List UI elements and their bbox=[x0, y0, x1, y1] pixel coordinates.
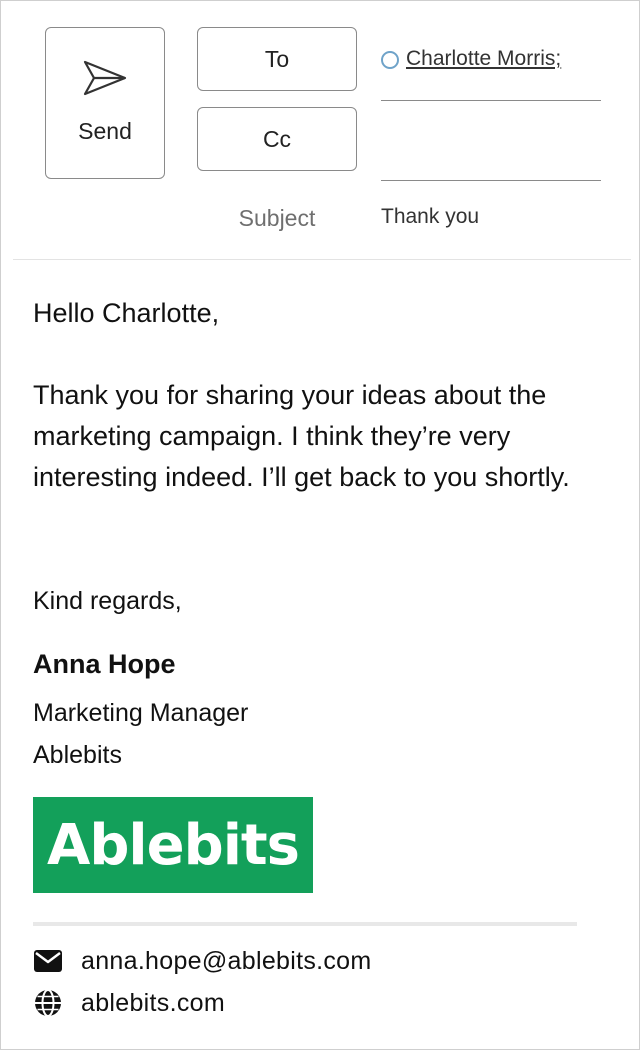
logo-text: Ablebits bbox=[47, 812, 300, 878]
send-button[interactable]: Send bbox=[45, 27, 165, 179]
presence-icon bbox=[381, 51, 399, 69]
subject-label: Subject bbox=[238, 205, 316, 231]
header-divider bbox=[13, 259, 631, 260]
recipient-chip[interactable]: Charlotte Morris; bbox=[406, 47, 561, 71]
to-field[interactable]: Charlotte Morris; bbox=[381, 27, 601, 101]
email-link[interactable]: anna.hope@ablebits.com bbox=[81, 947, 372, 976]
greeting-text: Hello Charlotte, bbox=[33, 298, 220, 328]
company-logo: Ablebits bbox=[33, 797, 313, 893]
email-compose-window: Send To Cc Subject Charlotte Morris; Tha… bbox=[0, 0, 640, 1050]
signature-name: Anna Hope bbox=[33, 649, 176, 679]
signature-company: Ablebits bbox=[33, 741, 122, 769]
website-contact[interactable]: ablebits.com bbox=[33, 987, 225, 1019]
email-contact[interactable]: anna.hope@ablebits.com bbox=[33, 945, 372, 977]
cc-button[interactable]: Cc bbox=[197, 107, 357, 171]
send-label: Send bbox=[78, 118, 132, 144]
signature-divider bbox=[33, 922, 577, 926]
cc-field[interactable] bbox=[381, 107, 601, 181]
send-icon bbox=[83, 60, 127, 96]
subject-field[interactable]: Thank you bbox=[381, 205, 601, 229]
to-button[interactable]: To bbox=[197, 27, 357, 91]
message-paragraph: Thank you for sharing your ideas about t… bbox=[33, 380, 570, 492]
globe-icon bbox=[33, 988, 63, 1018]
closing-text: Kind regards, bbox=[33, 587, 182, 615]
envelope-icon bbox=[33, 946, 63, 976]
signature-title: Marketing Manager bbox=[33, 699, 249, 727]
website-link[interactable]: ablebits.com bbox=[81, 989, 225, 1018]
